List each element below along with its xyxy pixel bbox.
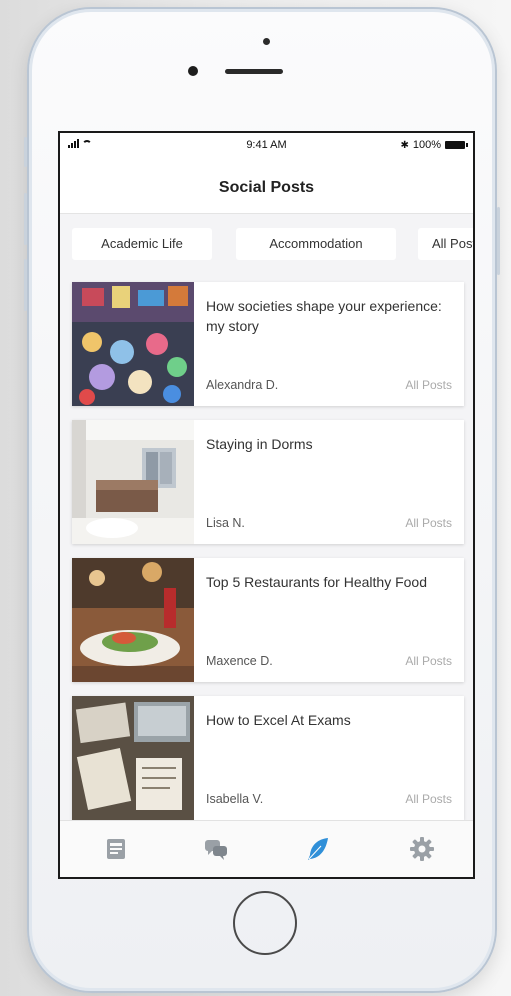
bluetooth-icon: ✱ — [400, 139, 409, 151]
post-author: Isabella V. — [206, 792, 264, 806]
category-filter-bar[interactable]: Academic Life Accommodation All Posts — [60, 214, 473, 272]
gear-icon — [410, 837, 434, 861]
battery-percent: 100% — [412, 139, 441, 151]
post-thumbnail — [72, 282, 194, 406]
home-button[interactable] — [233, 891, 297, 955]
chat-bubbles-icon — [205, 840, 227, 860]
battery-group: ✱ 100% — [400, 139, 468, 151]
post-title: Staying in Dorms — [206, 436, 313, 452]
tab-bar — [60, 820, 473, 877]
post-thumbnail — [72, 696, 194, 820]
post-category: All Posts — [405, 792, 452, 806]
page-title: Social Posts — [218, 179, 315, 196]
filter-chip-academic-life[interactable]: Academic Life — [72, 228, 212, 260]
front-camera — [263, 38, 270, 45]
power-button — [497, 207, 500, 275]
post-author: Lisa N. — [206, 516, 245, 530]
post-card[interactable]: Staying in Dorms Lisa N. All Posts — [72, 420, 464, 544]
post-title: How societies shape your experience: my … — [206, 298, 442, 334]
post-category: All Posts — [405, 516, 452, 530]
post-title: How to Excel At Exams — [206, 712, 351, 728]
post-author: Maxence D. — [206, 654, 273, 668]
post-card[interactable]: Top 5 Restaurants for Healthy Food Maxen… — [72, 558, 464, 682]
tab-news[interactable] — [102, 835, 130, 863]
battery-icon — [445, 141, 468, 149]
post-category: All Posts — [405, 378, 452, 392]
post-title: Top 5 Restaurants for Healthy Food — [206, 574, 428, 590]
tab-chat[interactable] — [202, 835, 230, 863]
post-thumbnail — [72, 558, 194, 682]
volume-down-button — [24, 259, 27, 311]
filter-chip-accommodation[interactable]: Accommodation — [236, 228, 396, 260]
proximity-sensor — [188, 66, 198, 76]
post-category: All Posts — [405, 654, 452, 668]
post-card[interactable]: How societies shape your experience: my … — [72, 282, 464, 406]
feather-icon — [308, 838, 328, 860]
post-thumbnail — [72, 420, 194, 544]
tab-social-posts[interactable] — [304, 835, 332, 863]
tab-settings[interactable] — [408, 835, 436, 863]
volume-up-button — [24, 193, 27, 245]
post-card[interactable]: How to Excel At Exams Isabella V. All Po… — [72, 696, 464, 820]
status-bar: 9:41 AM ✱ 100% — [60, 133, 473, 157]
navigation-bar: Social Posts — [60, 157, 473, 214]
mute-switch — [24, 137, 27, 167]
app-screen: 9:41 AM ✱ 100% Social Posts Academic Lif… — [58, 131, 475, 879]
post-author: Alexandra D. — [206, 378, 279, 392]
earpiece-speaker — [225, 69, 283, 74]
filter-chip-all-posts[interactable]: All Posts — [418, 228, 473, 260]
posts-list: How societies shape your experience: my … — [60, 272, 473, 823]
newspaper-icon — [107, 839, 125, 859]
